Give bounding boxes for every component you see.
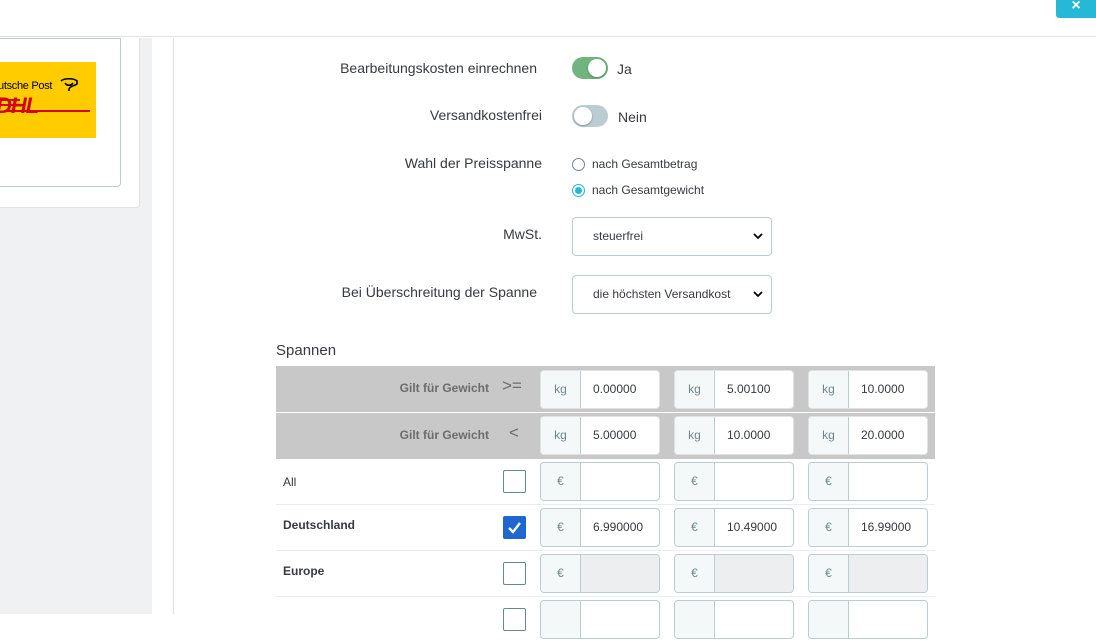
range-choice-label: Wahl der Preisspanne — [404, 155, 542, 171]
unit-kg: kg — [675, 371, 715, 408]
divider — [173, 38, 174, 614]
logo-stripe — [0, 104, 16, 106]
currency-euro: € — [809, 555, 849, 592]
currency-euro — [809, 601, 849, 638]
price-input[interactable]: €6.990000 — [540, 508, 660, 547]
zone-checkbox[interactable] — [503, 470, 526, 493]
price-input[interactable] — [808, 600, 928, 639]
radio-total-weight-label: nach Gesamtgewicht — [592, 183, 705, 197]
out-of-range-select[interactable]: die höchsten Versandkost — [572, 275, 772, 314]
handling-label: Bearbeitungskosten einrechnen — [340, 60, 537, 76]
price-value — [849, 463, 927, 500]
currency-euro: € — [675, 509, 715, 546]
range-value: 10.0000 — [861, 382, 905, 396]
price-input[interactable]: € — [540, 462, 660, 501]
price-input[interactable]: € — [808, 462, 928, 501]
price-input[interactable]: € — [674, 462, 794, 501]
price-value: 16.99000 — [861, 520, 912, 534]
logo-dhl-text: DHL — [0, 93, 39, 118]
range-value: 20.0000 — [861, 428, 905, 442]
price-input[interactable]: € — [540, 554, 660, 593]
range-to-operator: < — [509, 423, 519, 442]
currency-euro: € — [809, 463, 849, 500]
currency-euro — [675, 601, 715, 638]
tax-select-value: steuerfrei — [593, 229, 644, 243]
free-shipping-switch-label: Nein — [618, 109, 647, 125]
radio-total-price-label: nach Gesamtbetrag — [592, 157, 698, 171]
price-value — [715, 555, 793, 592]
zone-name: Europe — [283, 564, 325, 578]
price-value: 10.49000 — [727, 520, 778, 534]
unit-kg: kg — [541, 417, 581, 454]
free-shipping-label: Versandkostenfrei — [429, 107, 542, 123]
currency-euro: € — [541, 509, 581, 546]
tax-label: MwSt. — [503, 226, 542, 242]
price-input[interactable]: €16.99000 — [808, 508, 928, 547]
currency-euro: € — [675, 555, 715, 592]
price-value — [715, 463, 793, 500]
price-value — [849, 555, 927, 592]
currency-euro: € — [675, 463, 715, 500]
price-input[interactable]: € — [674, 554, 794, 593]
handling-switch-label: Ja — [617, 61, 632, 77]
handling-switch[interactable] — [572, 57, 608, 79]
out-of-range-select-value: die höchsten Versandkost — [593, 287, 731, 301]
close-icon: × — [1071, 0, 1081, 14]
modal-header — [0, 0, 1096, 37]
price-input[interactable]: €10.49000 — [674, 508, 794, 547]
price-input[interactable] — [674, 600, 794, 639]
chevron-down-icon — [753, 233, 763, 240]
range-from-label: Gilt für Gewicht — [399, 381, 489, 395]
ranges-title: Spannen — [276, 342, 337, 359]
range-to-input[interactable]: kg 10.0000 — [674, 416, 794, 455]
range-value: 10.0000 — [727, 428, 771, 442]
post-horn-icon — [60, 77, 78, 91]
range-value: 5.00100 — [727, 382, 771, 396]
tax-select[interactable]: steuerfrei — [572, 217, 772, 256]
close-button[interactable]: × — [1056, 0, 1096, 18]
range-to-label: Gilt für Gewicht — [399, 428, 489, 442]
unit-kg: kg — [541, 371, 581, 408]
logo-stripe — [0, 99, 20, 101]
unit-kg: kg — [809, 371, 849, 408]
currency-euro: € — [541, 555, 581, 592]
range-from-input[interactable]: kg 5.00100 — [674, 370, 794, 409]
range-value: 5.00000 — [593, 428, 637, 442]
price-input[interactable]: € — [808, 554, 928, 593]
range-from-input[interactable]: kg 0.00000 — [540, 370, 660, 409]
currency-euro: € — [541, 463, 581, 500]
price-value: 6.990000 — [593, 520, 644, 534]
range-to-input[interactable]: kg 20.0000 — [808, 416, 928, 455]
logo-stripe — [4, 110, 90, 112]
radio-total-weight[interactable] — [572, 184, 585, 197]
logo-post-text: utsche Post — [0, 80, 53, 92]
carrier-logo: utsche Post DHL — [0, 62, 96, 138]
range-from-operator: >= — [502, 376, 522, 395]
currency-euro — [541, 601, 581, 638]
radio-total-price[interactable] — [572, 158, 585, 171]
price-value — [581, 463, 659, 500]
range-to-input[interactable]: kg 5.00000 — [540, 416, 660, 455]
out-of-range-label: Bei Überschreitung der Spanne — [341, 284, 537, 300]
free-shipping-switch[interactable] — [572, 105, 608, 127]
zone-name: Deutschland — [283, 518, 356, 532]
zone-name: All — [283, 475, 297, 489]
range-from-input[interactable]: kg 10.0000 — [808, 370, 928, 409]
zone-checkbox[interactable] — [503, 562, 526, 585]
price-value — [581, 555, 659, 592]
checkmark-icon — [508, 522, 521, 534]
price-input[interactable] — [540, 600, 660, 639]
range-value: 0.00000 — [593, 382, 637, 396]
zone-checkbox[interactable] — [503, 608, 526, 631]
unit-kg: kg — [809, 417, 849, 454]
unit-kg: kg — [675, 417, 715, 454]
zone-checkbox[interactable] — [503, 516, 526, 539]
chevron-down-icon — [753, 291, 763, 298]
currency-euro: € — [809, 509, 849, 546]
